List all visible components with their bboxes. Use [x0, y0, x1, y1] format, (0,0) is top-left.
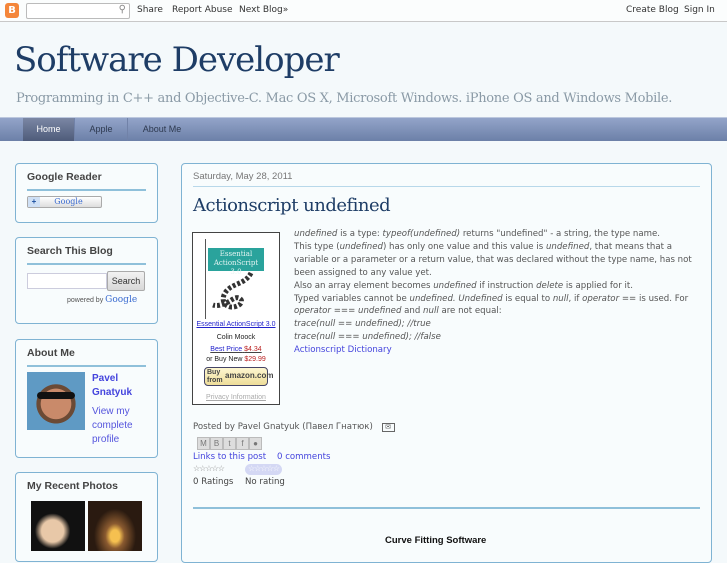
post-date: Saturday, May 28, 2011 [193, 171, 293, 182]
average-rating-stars: ☆☆☆☆☆ [193, 464, 225, 473]
buy-new-price: or Buy New $29.99 [206, 356, 266, 363]
comments-link[interactable]: 0 comments [277, 452, 331, 462]
blog-post: Saturday, May 28, 2011 Actionscript unde… [181, 163, 712, 563]
buy-from-amazon-button[interactable]: Buy from amazon.com [204, 367, 273, 386]
email-post-icon[interactable]: ✉ [381, 423, 395, 432]
view-profile-link[interactable]: View my complete profile [92, 405, 152, 447]
search-icon[interactable]: ⚲ [119, 4, 126, 15]
search-button[interactable]: Search [107, 271, 145, 291]
ratings-count: 0 Ratings [193, 477, 234, 487]
widget-title: Search This Blog [27, 245, 113, 257]
recent-photos-widget: My Recent Photos [15, 472, 158, 562]
google-logo: Google [105, 295, 138, 305]
blogger-navbar: B ⚲ Share Report Abuse Next Blog» Create… [0, 0, 727, 22]
divider [27, 365, 146, 367]
profile-name-link[interactable]: Pavel Gnatyuk [92, 372, 152, 400]
widget-title: Google Reader [27, 171, 102, 183]
divider [193, 186, 700, 187]
google-reader-widget: Google Reader + Google [15, 163, 158, 223]
tab-home[interactable]: Home [23, 118, 75, 141]
facebook-icon[interactable]: f [236, 437, 249, 450]
email-share-icon[interactable]: M [197, 437, 210, 450]
blog-title[interactable]: Software Developer [14, 40, 340, 80]
code-line: trace(null == undefined); //true [294, 319, 431, 330]
page-tabs: Home Apple About Me [0, 117, 727, 141]
photo-thumbnail[interactable] [88, 501, 142, 551]
report-abuse-link[interactable]: Report Abuse [172, 5, 233, 15]
rating-status: No rating [245, 477, 285, 487]
rate-stars-input[interactable]: ☆☆☆☆☆ [245, 464, 282, 475]
code-line: trace(null === undefined); //false [294, 332, 441, 343]
avatar[interactable] [27, 372, 85, 430]
blogger-logo-icon[interactable]: B [5, 3, 19, 18]
next-section-heading: Curve Fitting Software [385, 535, 487, 546]
tab-apple[interactable]: Apple [75, 118, 128, 141]
book-cover-image[interactable]: Essential ActionScript 3.0 [205, 239, 266, 319]
navbar-search-input[interactable]: ⚲ [26, 3, 130, 19]
book-title-link[interactable]: Essential ActionScript 3.0 [193, 321, 279, 328]
blog-description: Programming in C++ and Objective-C. Mac … [16, 91, 673, 106]
snake-illustration [212, 271, 254, 310]
privacy-link[interactable]: Privacy Information [193, 394, 279, 401]
post-footer: Posted by Pavel Gnatyuk (Павел Гнатюк) ✉ [193, 422, 395, 432]
twitter-icon[interactable]: t [223, 437, 236, 450]
links-to-post-link[interactable]: Links to this post [193, 452, 266, 462]
actionscript-dictionary-link[interactable]: Actionscript Dictionary [294, 345, 392, 355]
widget-title: My Recent Photos [27, 480, 119, 492]
create-blog-link[interactable]: Create Blog [626, 5, 679, 15]
photo-thumbnail[interactable] [31, 501, 85, 551]
book-author: Colin Moock [216, 334, 256, 341]
posted-by: Posted by Pavel Gnatyuk (Павел Гнатюк) [193, 422, 373, 432]
search-blog-widget: Search This Blog Search powered by Googl… [15, 237, 158, 324]
blog-search-input[interactable] [27, 273, 107, 289]
sign-in-link[interactable]: Sign In [684, 5, 715, 15]
divider [27, 189, 146, 191]
powered-by-google: powered by Google [67, 295, 138, 305]
share-link[interactable]: Share [137, 5, 163, 15]
widget-title: About Me [27, 347, 75, 359]
divider [193, 507, 700, 509]
post-title[interactable]: Actionscript undefined [193, 195, 391, 216]
about-me-widget: About Me Pavel Gnatyuk View my complete … [15, 339, 158, 458]
next-blog-link[interactable]: Next Blog» [239, 5, 288, 15]
share-buttons: M B t f ● [197, 437, 262, 450]
add-to-google-button[interactable]: + Google [27, 196, 102, 208]
tab-about-me[interactable]: About Me [128, 118, 196, 141]
buzz-icon[interactable]: ● [249, 437, 262, 450]
amazon-widget: Essential ActionScript 3.0 Essential Act… [192, 232, 280, 405]
post-body: undefined is a type: typeof(undefined) r… [294, 229, 692, 356]
plus-icon: + [28, 197, 40, 207]
blogthis-icon[interactable]: B [210, 437, 223, 450]
divider [27, 263, 146, 265]
best-price-link[interactable]: Best Price $4.34 [193, 346, 279, 353]
